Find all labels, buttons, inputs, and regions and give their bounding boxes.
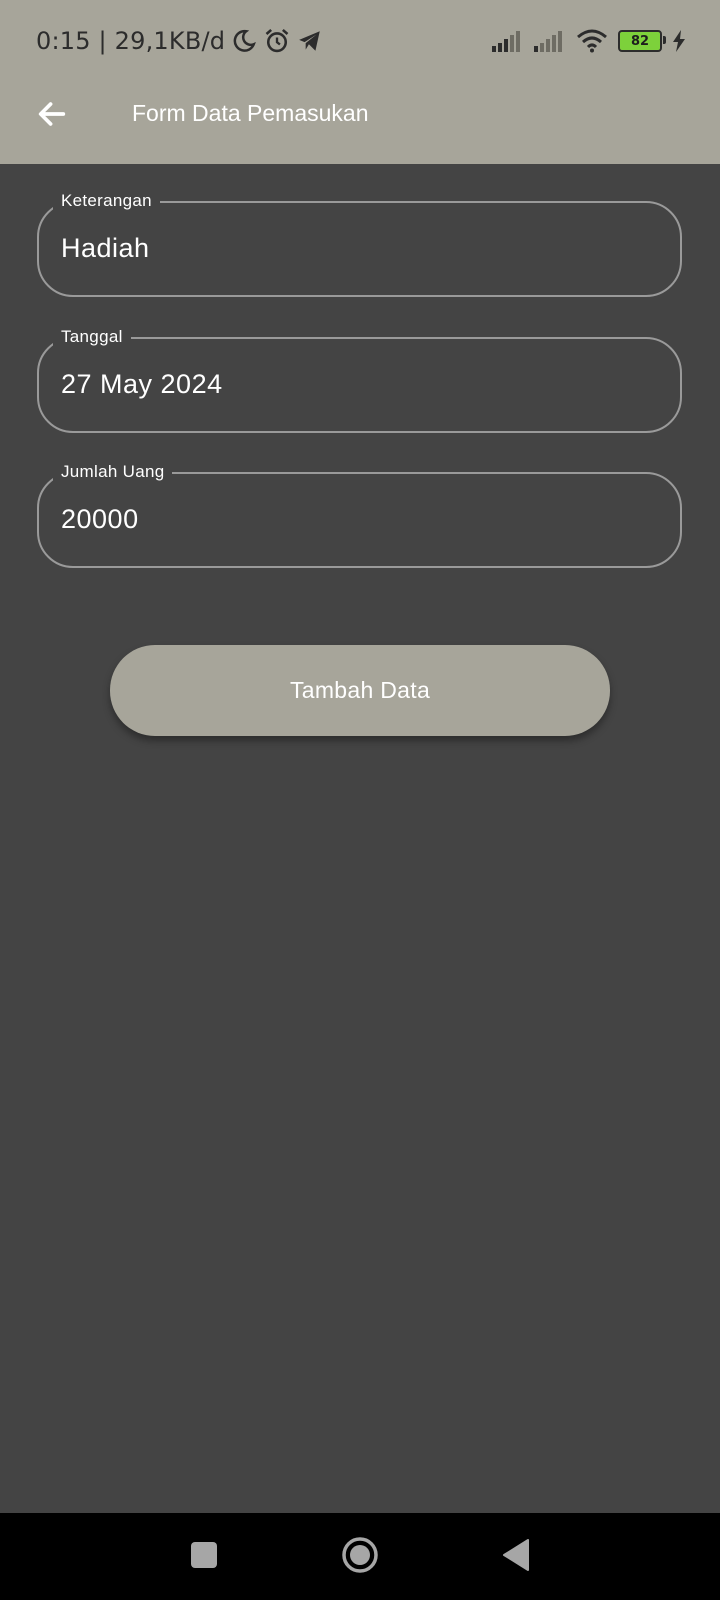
- system-back-button[interactable]: [492, 1533, 540, 1581]
- arrow-left-icon: [35, 97, 69, 136]
- telegram-icon: [297, 28, 323, 54]
- wifi-icon: [576, 29, 608, 53]
- keterangan-field[interactable]: Keterangan: [37, 191, 682, 297]
- jumlah-uang-label: Jumlah Uang: [53, 462, 173, 482]
- signal-icon: [492, 30, 524, 52]
- page-title: Form Data Pemasukan: [132, 100, 369, 126]
- jumlah-uang-field[interactable]: Jumlah Uang: [37, 462, 682, 568]
- charging-icon: [672, 30, 686, 52]
- battery-icon: 82: [618, 30, 666, 52]
- jumlah-uang-input[interactable]: [61, 504, 641, 535]
- navigation-bar: [0, 1513, 720, 1600]
- moon-icon: [231, 28, 257, 54]
- recents-button[interactable]: [180, 1533, 228, 1581]
- alarm-icon: [263, 27, 291, 55]
- keterangan-label: Keterangan: [53, 191, 160, 211]
- recents-icon: [190, 1541, 218, 1574]
- tanggal-input[interactable]: [61, 369, 641, 400]
- status-right: 82: [492, 24, 686, 58]
- tambah-data-button[interactable]: Tambah Data: [110, 645, 610, 736]
- home-button[interactable]: [336, 1533, 384, 1581]
- status-time-info: 0:15 | 29,1KB/d: [36, 27, 226, 55]
- signal-icon: [534, 30, 566, 52]
- screen: 0:15 | 29,1KB/d 82 Form Data Pemasukan K…: [0, 0, 720, 1600]
- app-bar: Form Data Pemasukan: [0, 82, 720, 164]
- tanggal-label: Tanggal: [53, 327, 131, 347]
- back-icon: [502, 1538, 530, 1576]
- tanggal-field[interactable]: Tanggal: [37, 327, 682, 433]
- home-icon: [341, 1536, 379, 1579]
- status-left: 0:15 | 29,1KB/d: [36, 24, 323, 58]
- keterangan-input[interactable]: [61, 233, 641, 264]
- status-bar: 0:15 | 29,1KB/d 82: [0, 0, 720, 82]
- back-button[interactable]: [30, 94, 74, 138]
- top-area: 0:15 | 29,1KB/d 82 Form Data Pemasukan: [0, 0, 720, 164]
